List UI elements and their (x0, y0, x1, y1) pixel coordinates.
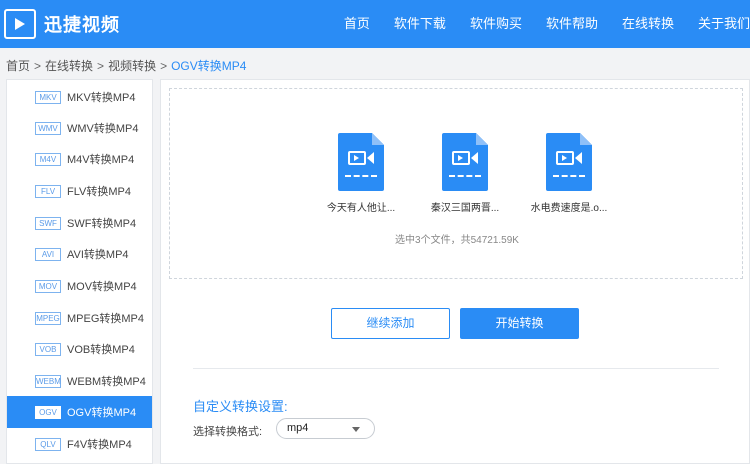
file-format-icon: OGV (35, 405, 61, 419)
file-format-icon: FLV (35, 184, 61, 198)
format-label: 选择转换格式: (193, 426, 263, 438)
sidebar-item-flv[interactable]: FLV FLV转换MP4 (7, 175, 152, 207)
format-sidebar: MKV MKV转换MP4 WMV WMV转换MP4 M4V M4V转换MP4 FLV F… (6, 79, 153, 464)
file-format-icon: WEBM (35, 374, 61, 388)
divider (193, 368, 719, 369)
sidebar-item-swf[interactable]: SWF SWF转换MP4 (7, 207, 152, 239)
sidebar-item-label: VOB转换MP4 (67, 344, 135, 356)
format-select[interactable]: mp4 (276, 418, 375, 439)
sidebar-item-mpeg[interactable]: MPEG MPEG转换MP4 (7, 302, 152, 334)
sidebar-item-label: MPEG转换MP4 (67, 313, 145, 325)
sidebar-item-label: SWF转换MP4 (67, 218, 137, 230)
logo-text: 迅捷视频 (44, 15, 120, 35)
breadcrumb-separator: > (97, 59, 105, 73)
nav-download[interactable]: 软件下载 (382, 0, 458, 48)
video-file-icon (546, 133, 592, 191)
nav-about[interactable]: 关于我们 (686, 0, 750, 48)
file-format-icon: MPEG (35, 311, 61, 325)
conversion-panel: 今天有人他让... 秦汉三国两晋... 水电费速度是.o... 选中3个文件，共… (160, 79, 750, 464)
sidebar-item-label: MOV转换MP4 (67, 281, 137, 293)
sidebar-item-label: OGV转换MP4 (67, 407, 137, 419)
sidebar-item-ogv[interactable]: OGV OGV转换MP4 (7, 396, 152, 428)
sidebar-item-label: MKV转换MP4 (67, 92, 136, 104)
file-format-icon: VOB (35, 342, 61, 356)
file-format-icon: M4V (35, 152, 61, 166)
nav-home[interactable]: 首页 (332, 0, 382, 48)
file-item[interactable]: 今天有人他让... (316, 133, 406, 214)
start-convert-button[interactable]: 开始转换 (460, 308, 579, 339)
file-format-icon: QLV (35, 437, 61, 451)
video-file-icon (338, 133, 384, 191)
sidebar-item-m4v[interactable]: M4V M4V转换MP4 (7, 143, 152, 175)
file-item[interactable]: 秦汉三国两晋... (420, 133, 510, 214)
file-name: 水电费速度是.o... (530, 203, 608, 214)
file-item[interactable]: 水电费速度是.o... (524, 133, 614, 214)
nav-purchase[interactable]: 软件购买 (458, 0, 534, 48)
sidebar-item-f4v[interactable]: QLV F4V转换MP4 (7, 428, 152, 460)
file-format-icon: SWF (35, 216, 61, 230)
sidebar-item-avi[interactable]: AVI AVI转换MP4 (7, 238, 152, 270)
settings-title: 自定义转换设置: (193, 399, 288, 414)
sidebar-item-label: F4V转换MP4 (67, 439, 132, 451)
file-name: 秦汉三国两晋... (430, 203, 500, 214)
file-format-icon: MKV (35, 90, 61, 104)
sidebar-item-label: WMV转换MP4 (67, 123, 139, 135)
top-header: 迅捷视频 首页 软件下载 软件购买 软件帮助 在线转换 关于我们 (0, 0, 750, 48)
nav-help[interactable]: 软件帮助 (534, 0, 610, 48)
breadcrumb-separator: > (160, 59, 168, 73)
add-more-button[interactable]: 继续添加 (331, 308, 450, 339)
format-select-value: mp4 (287, 422, 309, 434)
sidebar-item-label: AVI转换MP4 (67, 249, 129, 261)
file-drop-zone[interactable]: 今天有人他让... 秦汉三国两晋... 水电费速度是.o... 选中3个文件，共… (169, 88, 743, 279)
video-file-icon (442, 133, 488, 191)
main-nav: 首页 软件下载 软件购买 软件帮助 在线转换 关于我们 (332, 0, 750, 48)
sidebar-item-label: FLV转换MP4 (67, 186, 131, 198)
breadcrumb-home[interactable]: 首页 (6, 59, 30, 73)
sidebar-item-webm[interactable]: WEBM WEBM转换MP4 (7, 365, 152, 397)
sidebar-item-mkv[interactable]: MKV MKV转换MP4 (7, 81, 152, 113)
breadcrumb-current: OGV转换MP4 (171, 59, 247, 73)
breadcrumb: 首页 > 在线转换 > 视频转换 > OGV转换MP4 (6, 57, 246, 74)
logo[interactable]: 迅捷视频 (4, 8, 120, 40)
sidebar-item-vob[interactable]: VOB VOB转换MP4 (7, 333, 152, 365)
selection-summary: 选中3个文件，共54721.59K (395, 235, 519, 246)
file-format-icon: MOV (35, 279, 61, 293)
sidebar-item-wmv[interactable]: WMV WMV转换MP4 (7, 112, 152, 144)
sidebar-item-mov[interactable]: MOV MOV转换MP4 (7, 270, 152, 302)
sidebar-item-label: WEBM转换MP4 (67, 376, 146, 388)
nav-online-convert[interactable]: 在线转换 (610, 0, 686, 48)
chevron-down-icon (352, 427, 360, 432)
file-format-icon: WMV (35, 121, 61, 135)
breadcrumb-online-convert[interactable]: 在线转换 (45, 59, 93, 73)
sidebar-item-label: M4V转换MP4 (67, 154, 135, 166)
video-logo-icon (4, 9, 36, 39)
breadcrumb-video-convert[interactable]: 视频转换 (108, 59, 156, 73)
file-name: 今天有人他让... (326, 203, 396, 214)
file-format-icon: AVI (35, 247, 61, 261)
breadcrumb-separator: > (34, 59, 42, 73)
